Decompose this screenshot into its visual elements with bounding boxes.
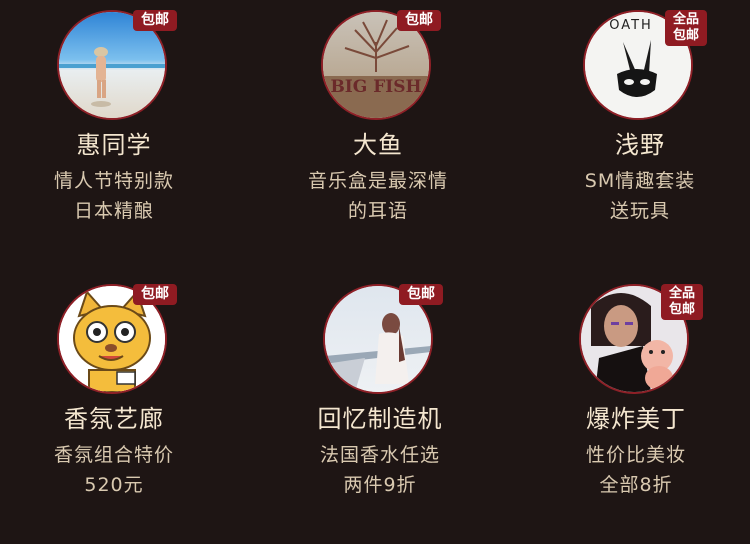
poster-title: BIG FISH xyxy=(330,77,421,97)
promo-line-1: 音乐盒是最深情 xyxy=(307,170,448,192)
promo-line-2: 520元 xyxy=(84,474,144,496)
shop-promo: 音乐盒是最深情 的耳语 xyxy=(253,166,503,226)
shop-card-qian-ye[interactable]: OATH 全品 包邮 浅野 SM情趣套装 送玩具 xyxy=(515,10,750,270)
avatar-wrap: 包邮 xyxy=(57,10,177,124)
free-shipping-all-items-badge: 全品 包邮 xyxy=(661,284,703,320)
shop-name[interactable]: 爆炸美丁 xyxy=(511,404,750,434)
avatar-wrap: 包邮 xyxy=(323,284,443,398)
shop-name[interactable]: 惠同学 xyxy=(0,130,239,160)
shop-promo: 性价比美妆 全部8折 xyxy=(511,440,750,500)
avatar-wrap: BIG FISH 包邮 xyxy=(321,10,441,124)
free-shipping-badge: 包邮 xyxy=(397,10,441,31)
avatar-wrap: 全品 包邮 xyxy=(579,284,703,398)
promo-line-1: 法国香水任选 xyxy=(319,444,440,466)
shop-name[interactable]: 大鱼 xyxy=(253,130,503,160)
shop-name[interactable]: 香氛艺廊 xyxy=(0,404,239,434)
promo-line-2: 的耳语 xyxy=(347,200,408,222)
promo-line-1: SM情趣套装 xyxy=(584,170,696,192)
shop-card-hui-tongxue[interactable]: 包邮 惠同学 情人节特别款 日本精酿 xyxy=(0,10,239,270)
shop-promo: 法国香水任选 两件9折 xyxy=(255,440,505,500)
promo-line-1: 香氛组合特价 xyxy=(53,444,174,466)
promo-line-2: 两件9折 xyxy=(343,474,417,496)
shop-card-xiangfen-yilang[interactable]: 包邮 香氛艺廊 香氛组合特价 520元 xyxy=(0,284,239,544)
promo-line-1: 性价比美妆 xyxy=(585,444,686,466)
shop-promo: 情人节特别款 日本精酿 xyxy=(0,166,239,226)
free-shipping-badge: 包邮 xyxy=(133,284,177,305)
shop-name[interactable]: 回忆制造机 xyxy=(255,404,505,434)
shop-promo: SM情趣套装 送玩具 xyxy=(515,166,750,226)
shop-card-da-yu[interactable]: BIG FISH 包邮 大鱼 音乐盒是最深情 的耳语 xyxy=(253,10,503,270)
promo-line-2: 全部8折 xyxy=(599,474,673,496)
free-shipping-all-items-badge: 全品 包邮 xyxy=(665,10,707,46)
shop-card-baozha-meiding[interactable]: 全品 包邮 爆炸美丁 性价比美妆 全部8折 xyxy=(511,284,750,544)
promo-line-2: 送玩具 xyxy=(609,200,670,222)
oath-logo: OATH xyxy=(609,18,653,33)
promo-line-1: 情人节特别款 xyxy=(53,170,174,192)
free-shipping-badge: 包邮 xyxy=(133,10,177,31)
promo-line-2: 日本精酿 xyxy=(73,200,154,222)
free-shipping-badge: 包邮 xyxy=(399,284,443,305)
shop-promo: 香氛组合特价 520元 xyxy=(0,440,239,500)
shop-name[interactable]: 浅野 xyxy=(515,130,750,160)
shop-card-huiyi-zhizaoji[interactable]: 包邮 回忆制造机 法国香水任选 两件9折 xyxy=(255,284,505,544)
avatar-wrap: 包邮 xyxy=(57,284,177,398)
avatar-wrap: OATH 全品 包邮 xyxy=(583,10,707,124)
